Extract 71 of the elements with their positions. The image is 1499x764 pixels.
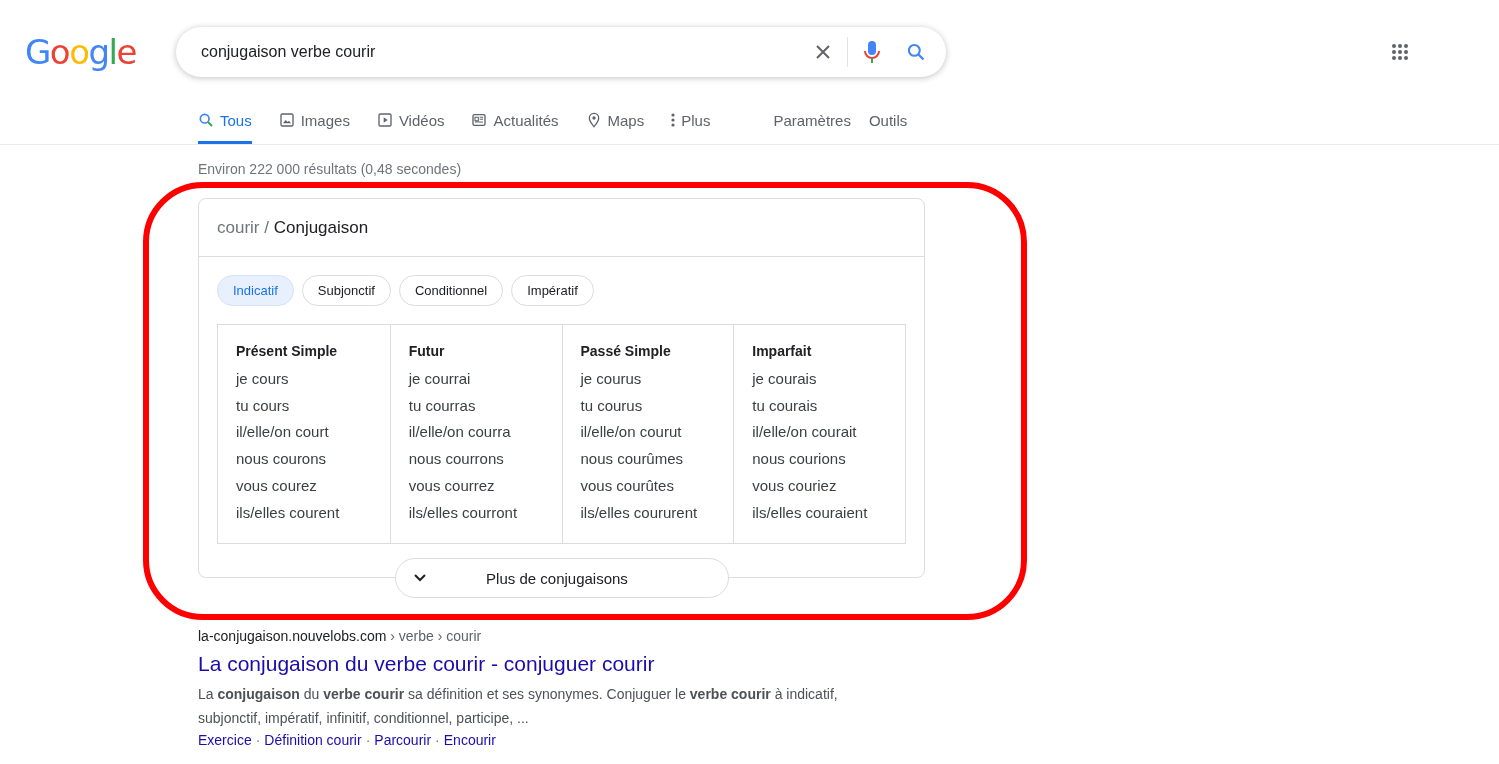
- verb-form: je courais: [752, 369, 818, 389]
- tab-label: Vidéos: [398, 111, 445, 129]
- newspaper-icon: [471, 112, 488, 128]
- verb-form: vous courrez: [408, 475, 496, 496]
- verb-form: ils/elles courront: [408, 502, 519, 523]
- tool-link[interactable]: Paramètres: [773, 99, 851, 144]
- verb-form: nous courrons: [408, 449, 505, 470]
- mood-chip[interactable]: Indicatif: [217, 275, 294, 306]
- verb-form: ils/elles courent: [236, 502, 341, 523]
- separator-dot: ·: [255, 732, 261, 748]
- result-url: la-conjugaison.nouvelobs.com › verbe › courir: [198, 628, 483, 644]
- mood-chip[interactable]: Conditionnel: [398, 275, 504, 306]
- verb-form: je cours: [236, 369, 290, 389]
- verb-form: nous courions: [752, 449, 847, 470]
- google-logo[interactable]: Google: [25, 32, 176, 72]
- chevron-down-icon: [414, 574, 426, 582]
- mood-chip[interactable]: Subjonctif: [301, 275, 391, 306]
- search-tab[interactable]: Actualités: [471, 99, 559, 144]
- microphone-icon[interactable]: [864, 40, 880, 64]
- search-tab[interactable]: Maps: [585, 99, 645, 144]
- tab-label: Plus: [681, 111, 711, 129]
- close-icon[interactable]: [815, 44, 831, 60]
- tab-label: Actualités: [493, 111, 559, 129]
- verb-form: ils/elles couraient: [752, 502, 869, 523]
- search-tab[interactable]: Tous: [198, 99, 252, 144]
- verb-form: nous courûmes: [580, 449, 685, 470]
- more-icon: [671, 113, 676, 127]
- verb-form: vous courez: [236, 475, 318, 496]
- verb-form: tu cours: [236, 395, 291, 416]
- tool-link[interactable]: Outils: [868, 99, 908, 144]
- verb-form: tu courais: [752, 395, 819, 416]
- search-icon: [198, 112, 214, 128]
- tense-heading: Imparfait: [752, 343, 813, 359]
- sitelink[interactable]: Exercice: [198, 732, 252, 748]
- tab-label: Tous: [220, 111, 252, 129]
- verb-form: il/elle/on courait: [752, 422, 858, 443]
- tab-label: Images: [300, 111, 350, 129]
- result-snippet: La conjugaison du verbe courir sa définition et ses synonymes. Conjuguer le verbe courir à indicatif, subjonctif, impératif, infinitif, conditionnel, participe, ...: [198, 685, 839, 728]
- search-tab[interactable]: Plus: [671, 99, 711, 144]
- result-stats: Environ 222 000 résultats (0,48 secondes): [198, 161, 463, 177]
- separator-dot: ·: [365, 732, 371, 748]
- tense-heading: Passé Simple: [580, 343, 672, 359]
- verb-form: il/elle/on court: [236, 422, 330, 443]
- apps-grid-icon[interactable]: [1391, 43, 1409, 61]
- verb-form: tu courras: [408, 395, 477, 416]
- verb-form: je courrai: [408, 369, 472, 389]
- search-tab[interactable]: Images: [278, 99, 350, 144]
- sitelink[interactable]: Encourir: [443, 732, 496, 748]
- mood-chip[interactable]: Impératif: [511, 275, 594, 306]
- verb-form: ils/elles coururent: [580, 502, 699, 523]
- verb-form: nous courons: [236, 449, 328, 470]
- verb-form: tu courus: [580, 395, 644, 416]
- search-input[interactable]: conjugaison verbe courir: [199, 42, 815, 62]
- result-title-link[interactable]: La conjugaison du verbe courir - conjuguer courir: [198, 652, 1499, 676]
- image-icon: [278, 112, 295, 128]
- separator-dot: ·: [435, 732, 440, 748]
- card-title: courir / Conjugaison: [199, 199, 924, 257]
- verb-form: il/elle/on courut: [580, 422, 683, 443]
- verb-form: vous courûtes: [580, 475, 675, 496]
- verb-form: je courus: [580, 369, 643, 389]
- verb-form: vous couriez: [752, 475, 838, 496]
- search-icon[interactable]: [906, 42, 926, 62]
- sitelink[interactable]: Définition courir: [264, 732, 362, 748]
- tense-heading: Présent Simple: [236, 343, 339, 359]
- tense-heading: Futur: [408, 343, 446, 359]
- sitelink[interactable]: Parcourir: [374, 732, 432, 748]
- search-tab[interactable]: Vidéos: [376, 99, 445, 144]
- more-conjugations-button[interactable]: Plus de conjugaisons: [395, 558, 729, 598]
- play-icon: [376, 112, 393, 128]
- verb-form: il/elle/on courra: [408, 422, 512, 443]
- tab-label: Maps: [607, 111, 645, 129]
